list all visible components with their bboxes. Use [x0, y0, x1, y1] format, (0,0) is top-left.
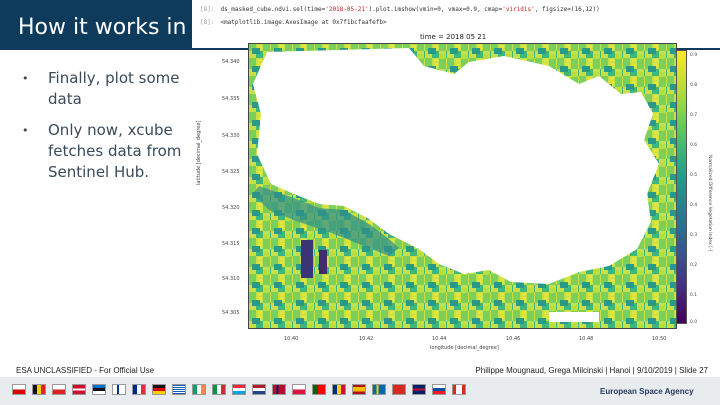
slide-title: How it works in [18, 15, 187, 40]
flag-icon [172, 384, 186, 395]
flag-icon [292, 384, 306, 395]
colorbar-tick: 0.8 [690, 83, 698, 88]
colorbar-tick: 0.9 [690, 53, 698, 58]
x-tick-label: 10.46 [506, 336, 521, 342]
colorbar-tick: 0.7 [690, 113, 698, 118]
bullet-list: • Finally, plot some data • Only now, xc… [22, 68, 197, 193]
flag-icon [232, 384, 246, 395]
y-axis-label: latitude [decimal_degree] [196, 120, 202, 185]
x-tick-label: 10.42 [359, 336, 374, 342]
colorbar-label: Normalized Difference Vegetation Index [… [707, 155, 712, 252]
dark-field [301, 240, 313, 278]
colorbar-tick: 0.1 [690, 293, 698, 298]
y-tick-label: 54.335 [222, 96, 240, 102]
flag-icon [272, 384, 286, 395]
y-tick-label: 54.320 [222, 205, 240, 211]
x-tick-label: 10.50 [652, 336, 667, 342]
member-state-flags [12, 384, 466, 395]
ndvi-raster [249, 44, 676, 328]
flag-icon [312, 384, 326, 395]
colorbar-tick: 0.2 [690, 263, 698, 268]
code-cell-input[interactable]: [8]: ds_masked_cube.ndvi.sel(time='2018-0… [200, 6, 600, 13]
colorbar-tick: 0.6 [690, 143, 698, 148]
colorbar-tick: 0.4 [690, 203, 698, 208]
flag-icon [212, 384, 226, 395]
bullet-item: • Only now, xcube fetches data from Sent… [22, 120, 197, 183]
flag-icon [32, 384, 46, 395]
output-text: <matplotlib.image.AxesImage at 0x7f1bcfa… [220, 19, 387, 26]
bullet-marker: • [22, 72, 29, 85]
code-string: 'viridis' [502, 6, 535, 13]
flag-icon [52, 384, 66, 395]
bullet-item: • Finally, plot some data [22, 68, 197, 110]
classification-label: ESA UNCLASSIFIED - For Official Use [16, 366, 155, 375]
x-axis-label: longitude [decimal_degree] [430, 345, 499, 351]
flag-icon [12, 384, 26, 395]
flag-icon [192, 384, 206, 395]
flag-icon [132, 384, 146, 395]
flag-icon [412, 384, 426, 395]
y-tick-label: 54.305 [222, 310, 240, 316]
x-tick-label: 10.48 [579, 336, 594, 342]
flag-icon [92, 384, 106, 395]
cell-prompt: [8]: [200, 6, 215, 13]
x-tick-label: 10.44 [432, 336, 447, 342]
flag-icon [112, 384, 126, 395]
x-tick-label: 10.40 [284, 336, 299, 342]
y-tick-label: 54.315 [222, 241, 240, 247]
flag-icon [152, 384, 166, 395]
flag-icon [332, 384, 346, 395]
code-text: ds_masked_cube.ndvi.sel(time= [220, 6, 326, 13]
bullet-text: Finally, plot some data [48, 69, 180, 108]
slide-credit: Philippe Mougnaud, Grega Milcinski | Han… [475, 366, 708, 375]
y-tick-label: 54.330 [222, 133, 240, 139]
code-string: '2018-05-21' [325, 6, 369, 13]
y-tick-label: 54.310 [222, 276, 240, 282]
code-cell-output: [8]: <matplotlib.image.AxesImage at 0x7f1… [200, 19, 387, 26]
colorbar [676, 50, 687, 324]
flag-icon [432, 384, 446, 395]
code-text: ).plot.imshow(vmin=0, vmax=0.9, cmap= [368, 6, 503, 13]
flag-icon [72, 384, 86, 395]
colorbar-tick: 0.0 [690, 320, 698, 325]
ndvi-map [248, 43, 677, 329]
dark-field [319, 250, 327, 274]
colorbar-tick: 0.3 [690, 233, 698, 238]
bullet-text: Only now, xcube fetches data from Sentin… [48, 121, 182, 181]
esa-logo: European Space Agency [600, 387, 694, 396]
code-text: , figsize=(16,12)) [534, 6, 600, 13]
cell-prompt: [8]: [200, 19, 215, 26]
flag-icon [252, 384, 266, 395]
water-inlet [549, 312, 599, 322]
bullet-marker: • [22, 124, 29, 137]
plot-title: time = 2018 05 21 [420, 33, 487, 41]
flag-icon [352, 384, 366, 395]
y-tick-label: 54.325 [222, 169, 240, 175]
colorbar-tick: 0.5 [690, 173, 698, 178]
flag-icon [372, 384, 386, 395]
flag-icon [392, 384, 406, 395]
y-tick-label: 54.340 [222, 59, 240, 65]
flag-icon [452, 384, 466, 395]
